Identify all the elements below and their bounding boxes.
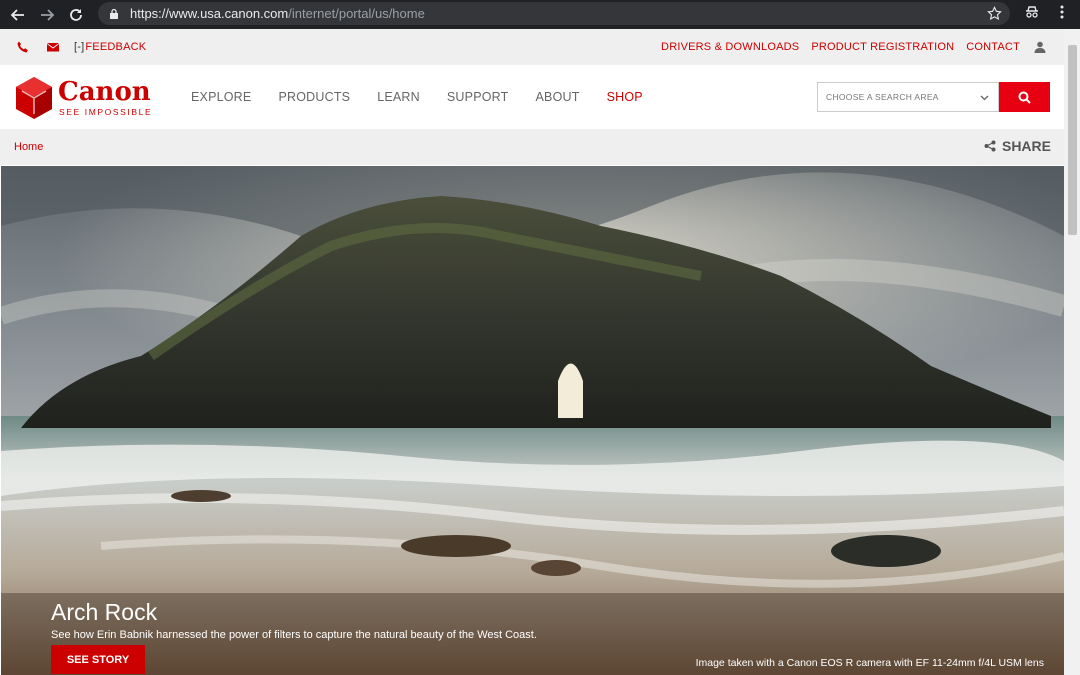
share-label: SHARE (1001, 138, 1051, 154)
hero-description: See how Erin Babnik harnessed the power … (51, 629, 537, 641)
reload-icon[interactable] (65, 4, 87, 26)
feedback-link[interactable]: [-] FEEDBACK (74, 41, 146, 53)
breadcrumb-home[interactable]: Home (14, 141, 43, 153)
nav-shop[interactable]: SHOP (607, 90, 643, 104)
share-icon (984, 140, 996, 152)
incognito-icon[interactable] (1024, 4, 1040, 20)
kebab-menu-icon[interactable] (1054, 4, 1070, 20)
hero-banner: Arch Rock See how Erin Babnik harnessed … (1, 166, 1064, 675)
search-area-select[interactable]: CHOOSE A SEARCH AREA (817, 82, 999, 112)
page-scrollbar[interactable] (1064, 29, 1080, 675)
browser-toolbar: https://www.usa.canon.com/internet/porta… (0, 0, 1080, 29)
feedback-icon: [-] (74, 41, 85, 53)
url-text: https://www.usa.canon.com/internet/porta… (130, 6, 425, 21)
utility-bar: [-] FEEDBACK DRIVERS & DOWNLOADS PRODUCT… (0, 29, 1064, 65)
search-icon (1018, 91, 1031, 104)
scrollbar-thumb[interactable] (1068, 45, 1077, 235)
search-area-placeholder: CHOOSE A SEARCH AREA (826, 92, 939, 102)
drivers-downloads-link[interactable]: DRIVERS & DOWNLOADS (661, 41, 799, 53)
breadcrumb: Home SHARE (0, 129, 1064, 165)
canon-logo[interactable]: Canon SEE IMPOSSIBLE (16, 77, 156, 119)
lock-icon (110, 8, 118, 19)
logo-tagline: SEE IMPOSSIBLE (59, 107, 153, 117)
logo-wordmark: Canon (58, 77, 151, 107)
forward-arrow-icon[interactable] (36, 4, 58, 26)
product-registration-link[interactable]: PRODUCT REGISTRATION (811, 41, 954, 53)
main-nav: EXPLORE PRODUCTS LEARN SUPPORT ABOUT SHO… (191, 65, 670, 129)
nav-support[interactable]: SUPPORT (447, 90, 509, 104)
share-button[interactable]: SHARE (984, 138, 1051, 154)
address-bar[interactable]: https://www.usa.canon.com/internet/porta… (98, 2, 1010, 25)
hero-photo-credit: Image taken with a Canon EOS R camera wi… (695, 657, 1044, 669)
email-icon[interactable] (46, 40, 60, 54)
see-story-button[interactable]: SEE STORY (51, 645, 145, 674)
nav-about[interactable]: ABOUT (536, 90, 580, 104)
search-button[interactable] (999, 82, 1050, 112)
nav-products[interactable]: PRODUCTS (278, 90, 350, 104)
user-account-icon[interactable] (1034, 41, 1046, 53)
hero-title: Arch Rock (51, 599, 158, 625)
back-arrow-icon[interactable] (7, 4, 29, 26)
feedback-label: FEEDBACK (85, 41, 147, 53)
site-header: Canon SEE IMPOSSIBLE EXPLORE PRODUCTS LE… (0, 65, 1064, 129)
canon-cube-icon (16, 77, 52, 119)
chevron-down-icon (980, 95, 989, 101)
bookmark-star-icon[interactable] (987, 6, 1002, 21)
phone-icon[interactable] (16, 40, 30, 54)
nav-learn[interactable]: LEARN (377, 90, 420, 104)
nav-explore[interactable]: EXPLORE (191, 90, 251, 104)
contact-link[interactable]: CONTACT (966, 41, 1020, 53)
